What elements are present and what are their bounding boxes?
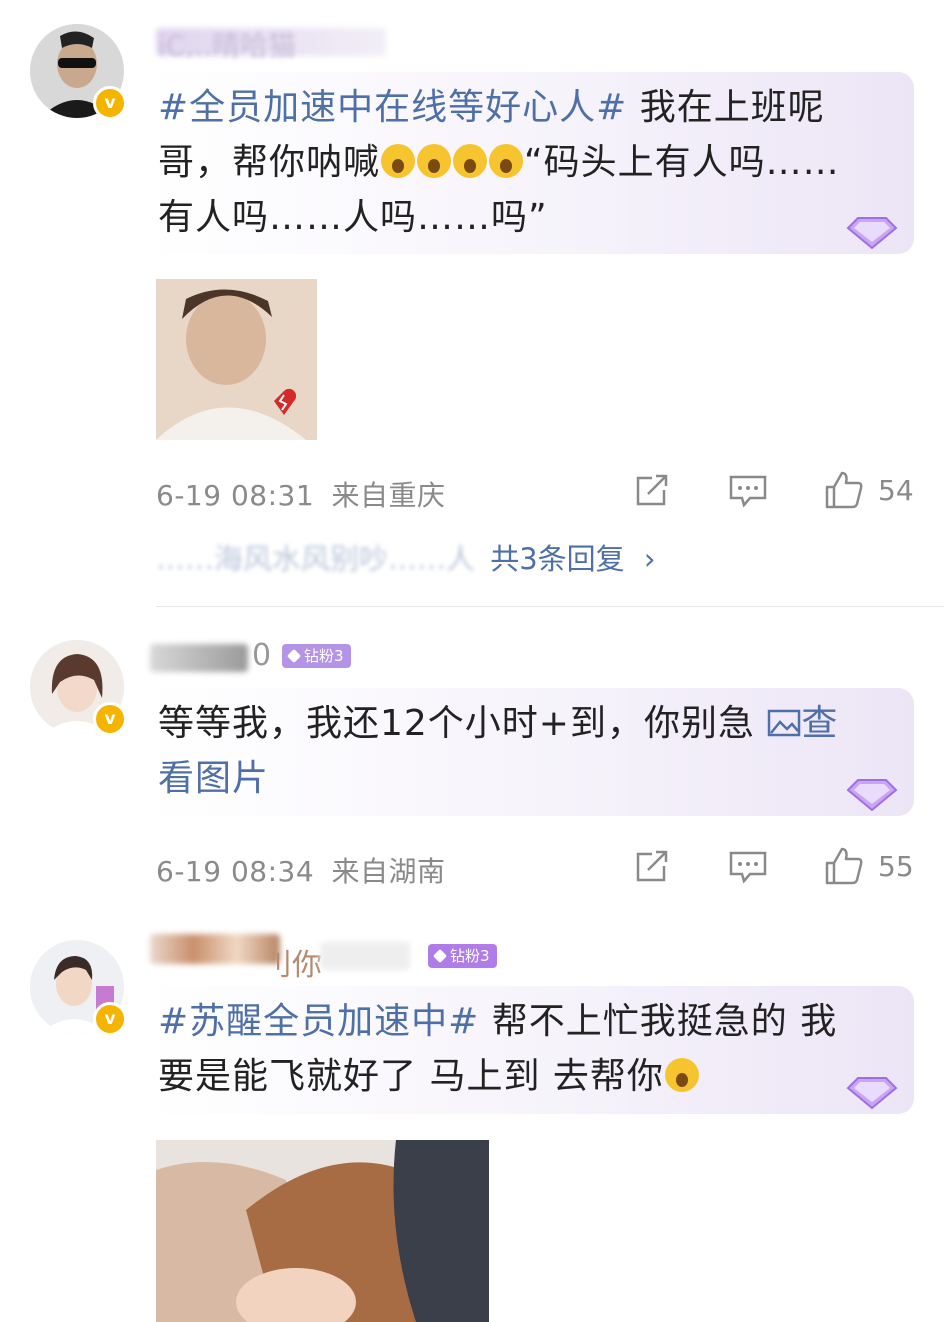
timestamp: 6-19 08:31 [156, 479, 315, 512]
comment-bubble[interactable]: #苏醒全员加速中# 帮不上忙我挺急的 我要是能飞就好了 马上到 去帮你 [148, 986, 914, 1114]
username[interactable]: 刂你 [262, 940, 322, 984]
verified-icon: v [93, 702, 127, 736]
scream-emoji-icon [381, 144, 416, 178]
username-blurred-tail [320, 942, 410, 970]
image-icon [768, 709, 801, 737]
like-count: 55 [878, 850, 914, 883]
comment-text: #苏醒全员加速中# 帮不上忙我挺急的 我要是能飞就好了 马上到 去帮你 [158, 1001, 838, 1097]
like-count: 54 [878, 474, 914, 507]
comment-meta: 6-19 08:31 来自重庆 [156, 474, 446, 514]
chevron-right-icon: › [643, 542, 656, 576]
scream-emoji-icon [417, 144, 452, 178]
divider [156, 606, 944, 607]
comment-icon[interactable] [728, 474, 768, 508]
fan-badge-crown: 钻粉3 [428, 944, 497, 968]
hashtag-link[interactable]: #全员加速中在线等好心人# [158, 87, 627, 128]
comment-icon[interactable] [728, 850, 768, 884]
scream-emoji-icon [453, 144, 488, 178]
verified-icon: v [93, 1002, 127, 1036]
fan-badge: 钻粉3 [282, 644, 351, 668]
comment-2: v 0 钻粉3 等等我，我还12个小时+到，你别急 查看图片 6-19 08:3… [0, 610, 944, 910]
comment-text: #全员加速中在线等好心人# 我在上班呢哥，帮你呐喊 “码头上有人吗……有人吗……人… [158, 87, 840, 238]
location: 来自重庆 [331, 479, 446, 512]
gem-icon [846, 779, 898, 812]
crying-emoji-icon [664, 1058, 699, 1092]
replies-preview: ……海风水风别吵……人 [156, 542, 476, 576]
gem-icon [846, 1077, 898, 1110]
comment-3: v 刂你 钻粉3 #苏醒全员加速中# 帮不上忙我挺急的 我要是能飞就好了 马上到… [0, 920, 944, 1322]
hashtag-link[interactable]: #苏醒全员加速中# [158, 1001, 479, 1042]
username[interactable]: 0 [252, 638, 271, 673]
scream-emoji-icon [489, 144, 524, 178]
verified-icon: v [93, 86, 127, 120]
comment-bubble[interactable]: #全员加速中在线等好心人# 我在上班呢哥，帮你呐喊 “码头上有人吗……有人吗……人… [148, 72, 914, 254]
comment-meta: 6-19 08:34 来自湖南 [156, 850, 446, 890]
comment-bubble[interactable]: 等等我，我还12个小时+到，你别急 查看图片 [148, 688, 914, 816]
location: 来自湖南 [331, 855, 446, 888]
attached-image[interactable] [156, 279, 317, 440]
replies-link[interactable]: 共3条回复 [490, 542, 624, 576]
username-blurred[interactable] [150, 644, 248, 672]
gem-icon [846, 217, 898, 250]
username-blurred[interactable] [150, 934, 280, 964]
share-icon[interactable] [634, 850, 670, 884]
like-icon[interactable] [824, 470, 864, 510]
replies-row[interactable]: ……海风水风别吵……人 共3条回复 › [156, 536, 656, 578]
username[interactable]: iC,..晴哈猫 [158, 24, 296, 64]
timestamp: 6-19 08:34 [156, 855, 315, 888]
comment-1: v iC,..晴哈猫 #全员加速中在线等好心人# 我在上班呢哥，帮你呐喊 “码头上… [0, 0, 944, 600]
share-icon[interactable] [634, 474, 670, 508]
attached-image[interactable] [156, 1140, 489, 1322]
like-icon[interactable] [824, 846, 864, 886]
comment-text: 等等我，我还12个小时+到，你别急 查看图片 [158, 703, 839, 799]
